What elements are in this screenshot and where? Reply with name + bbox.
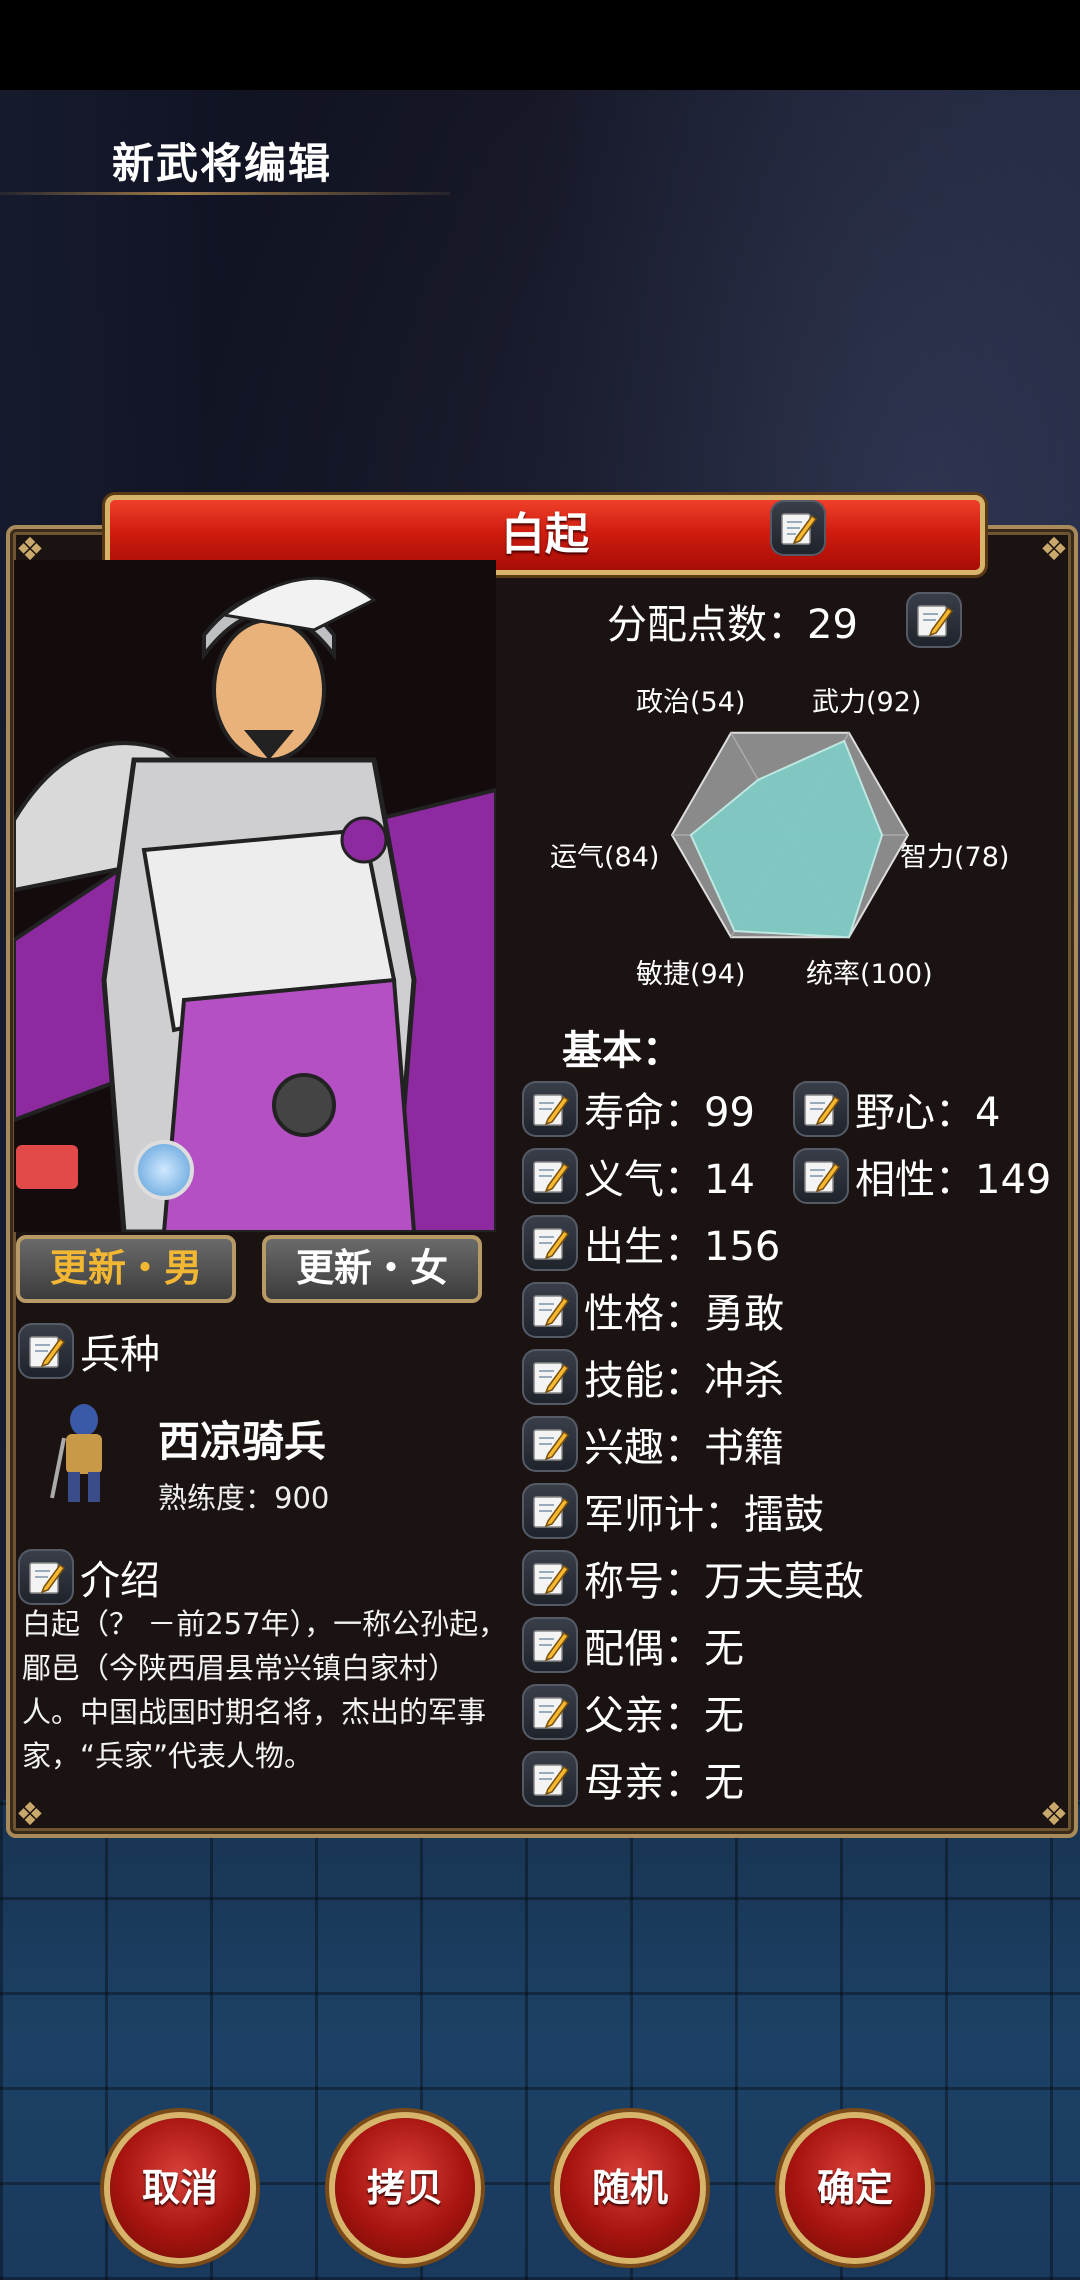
unit-name: 西凉骑兵 bbox=[158, 1417, 327, 1466]
stat-personality: 性格：勇敢 bbox=[522, 1281, 784, 1339]
title-divider bbox=[0, 192, 450, 195]
basic-section-label: 基本： bbox=[562, 1028, 682, 1074]
stat-ambition-text: 野心：4 bbox=[855, 1090, 1001, 1136]
edit-name-button[interactable] bbox=[770, 500, 826, 556]
edit-father-button[interactable] bbox=[522, 1684, 578, 1740]
pencil-icon bbox=[533, 1362, 570, 1394]
allocation-points: 分配点数：29 bbox=[607, 592, 858, 650]
pencil-icon bbox=[533, 1429, 570, 1461]
edit-hobby-button[interactable] bbox=[522, 1416, 578, 1472]
edit-intro-button[interactable] bbox=[18, 1549, 74, 1605]
pencil-icon bbox=[29, 1562, 66, 1594]
stat-compat: 相性：149 bbox=[793, 1147, 1051, 1205]
stat-mother: 母亲：无 bbox=[522, 1750, 744, 1808]
stat-father-text: 父亲：无 bbox=[584, 1693, 744, 1739]
stat-mother-text: 母亲：无 bbox=[584, 1760, 744, 1806]
stat-skill-text: 技能：冲杀 bbox=[584, 1358, 784, 1404]
edit-compat-button[interactable] bbox=[793, 1148, 849, 1204]
stat-personality-text: 性格：勇敢 bbox=[584, 1291, 784, 1337]
corner-ornament-icon: ❖ bbox=[15, 1795, 45, 1833]
intro-section-header: 介绍 bbox=[18, 1548, 160, 1606]
stat-strategy-text: 军师计：擂鼓 bbox=[584, 1492, 824, 1538]
edit-lifespan-button[interactable] bbox=[522, 1081, 578, 1137]
pencil-icon bbox=[804, 1161, 841, 1193]
pencil-icon bbox=[533, 1764, 570, 1796]
pencil-icon bbox=[533, 1295, 570, 1327]
magnifier-icon[interactable] bbox=[134, 1140, 194, 1200]
corner-ornament-icon: ❖ bbox=[1039, 530, 1069, 568]
stat-spouse-text: 配偶：无 bbox=[584, 1626, 744, 1672]
edit-personality-button[interactable] bbox=[522, 1282, 578, 1338]
stat-honor: 称号：万夫莫敌 bbox=[522, 1549, 864, 1607]
edit-strategy-button[interactable] bbox=[522, 1483, 578, 1539]
stat-strategy: 军师计：擂鼓 bbox=[522, 1482, 824, 1540]
copy-button[interactable]: 拷贝 bbox=[335, 2118, 475, 2258]
pencil-icon bbox=[533, 1496, 570, 1528]
radar-label-command: 统率(100) bbox=[806, 959, 933, 990]
radar-label-force: 武力(92) bbox=[812, 687, 922, 718]
pencil-icon bbox=[533, 1697, 570, 1729]
radar-label-intellect: 智力(78) bbox=[900, 842, 1010, 873]
stat-spouse: 配偶：无 bbox=[522, 1616, 744, 1674]
stat-birth-text: 出生：156 bbox=[584, 1224, 781, 1270]
general-portrait bbox=[14, 560, 496, 1232]
stat-hobby-text: 兴趣：书籍 bbox=[584, 1425, 784, 1471]
stat-lifespan: 寿命：99 bbox=[522, 1080, 755, 1138]
points-label: 分配点数： bbox=[607, 602, 807, 648]
unit-section-label: 兵种 bbox=[80, 1332, 160, 1378]
intro-text: 白起（？ －前257年），一称公孙起，郿邑（今陕西眉县常兴镇白家村）人。中国战国… bbox=[22, 1607, 508, 1773]
stat-compat-text: 相性：149 bbox=[855, 1157, 1052, 1203]
portrait-upload-icon[interactable] bbox=[16, 1145, 78, 1189]
pencil-icon bbox=[917, 605, 954, 637]
edit-ambition-button[interactable] bbox=[793, 1081, 849, 1137]
edit-loyalty-button[interactable] bbox=[522, 1148, 578, 1204]
unit-proficiency: 熟练度：900 bbox=[158, 1481, 330, 1515]
pencil-icon bbox=[533, 1630, 570, 1662]
stat-loyalty: 义气：14 bbox=[522, 1147, 755, 1205]
unit-section-header: 兵种 bbox=[18, 1322, 160, 1380]
random-button[interactable]: 随机 bbox=[560, 2118, 700, 2258]
edit-honor-button[interactable] bbox=[522, 1550, 578, 1606]
stat-lifespan-text: 寿命：99 bbox=[584, 1090, 755, 1136]
general-portrait-image bbox=[14, 560, 496, 1232]
cancel-button[interactable]: 取消 bbox=[110, 2118, 250, 2258]
pencil-icon bbox=[781, 513, 818, 545]
pencil-icon bbox=[804, 1094, 841, 1126]
edit-mother-button[interactable] bbox=[522, 1751, 578, 1807]
pencil-icon bbox=[533, 1228, 570, 1260]
stat-honor-text: 称号：万夫莫敌 bbox=[584, 1559, 864, 1605]
points-value: 29 bbox=[807, 602, 858, 648]
attribute-radar-chart bbox=[670, 731, 910, 939]
edit-spouse-button[interactable] bbox=[522, 1617, 578, 1673]
confirm-button[interactable]: 确定 bbox=[785, 2118, 925, 2258]
pencil-icon bbox=[533, 1094, 570, 1126]
radar-label-politics: 政治(54) bbox=[636, 687, 746, 718]
edit-unit-button[interactable] bbox=[18, 1323, 74, 1379]
stat-skill: 技能：冲杀 bbox=[522, 1348, 784, 1406]
radar-label-luck: 运气(84) bbox=[550, 842, 660, 873]
corner-ornament-icon: ❖ bbox=[1039, 1795, 1069, 1833]
update-male-button[interactable]: 更新・男 bbox=[16, 1235, 236, 1303]
pencil-icon bbox=[29, 1336, 66, 1368]
edit-skill-button[interactable] bbox=[522, 1349, 578, 1405]
page-title: 新武将编辑 bbox=[112, 139, 333, 188]
pencil-icon bbox=[533, 1161, 570, 1193]
stat-loyalty-text: 义气：14 bbox=[584, 1157, 755, 1203]
intro-section-label: 介绍 bbox=[80, 1558, 160, 1604]
stat-hobby: 兴趣：书籍 bbox=[522, 1415, 784, 1473]
edit-points-button[interactable] bbox=[906, 592, 962, 648]
stat-ambition: 野心：4 bbox=[793, 1080, 1000, 1138]
edit-birth-button[interactable] bbox=[522, 1215, 578, 1271]
pencil-icon bbox=[533, 1563, 570, 1595]
stat-father: 父亲：无 bbox=[522, 1683, 744, 1741]
radar-label-agility: 敏捷(94) bbox=[636, 959, 746, 990]
cavalry-unit-icon bbox=[44, 1398, 124, 1508]
stat-birth: 出生：156 bbox=[522, 1214, 780, 1272]
update-female-button[interactable]: 更新・女 bbox=[262, 1235, 482, 1303]
